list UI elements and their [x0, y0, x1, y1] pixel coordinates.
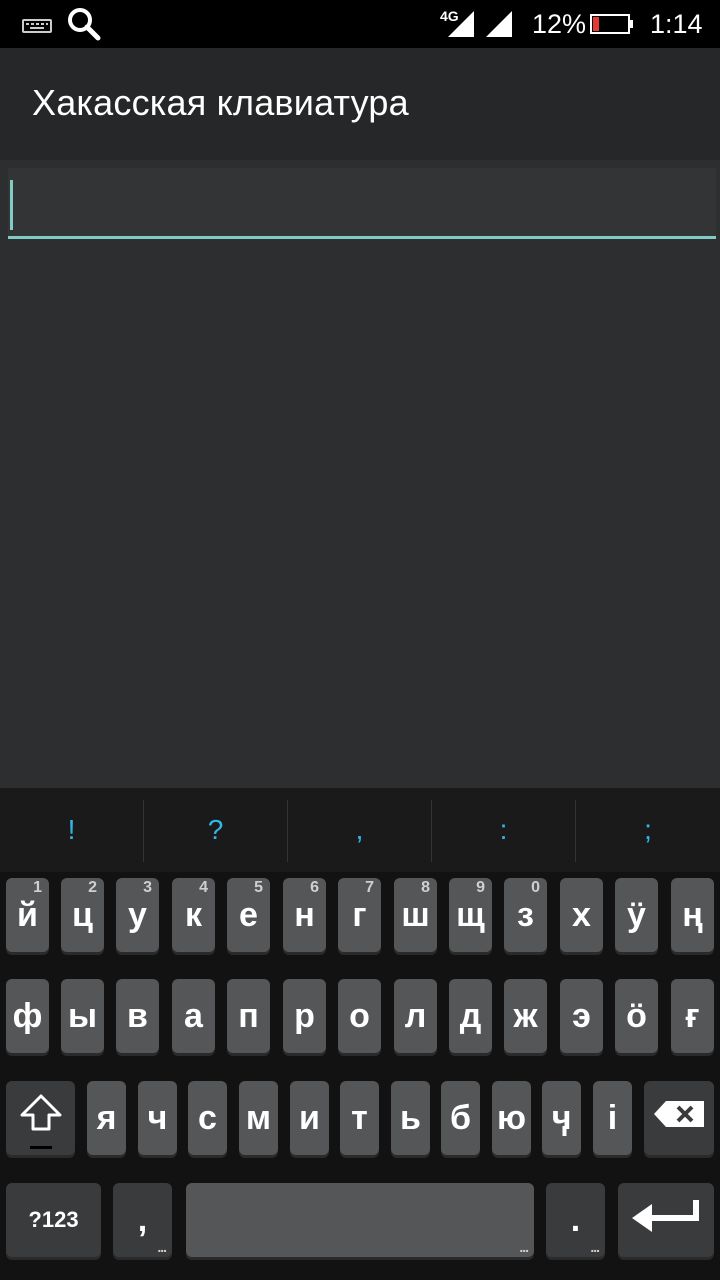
key-letter[interactable]: о — [338, 979, 381, 1053]
backspace-key[interactable] — [644, 1081, 714, 1155]
key-letter[interactable]: з0 — [504, 878, 547, 952]
battery-percent: 12% — [532, 8, 587, 39]
keyboard-icon — [22, 0, 52, 48]
key-letter[interactable]: ч — [138, 1081, 177, 1155]
key-hint: 6 — [310, 879, 319, 896]
suggestion-colon[interactable]: : — [432, 788, 575, 872]
suggestion-question[interactable]: ? — [144, 788, 287, 872]
keyboard: ! ? , : ; й1 ц2 у3 к4 е5 н6 г7 ш8 щ9 з0 … — [0, 788, 720, 1280]
shift-key[interactable] — [6, 1081, 75, 1155]
key-letter[interactable]: х — [560, 878, 603, 952]
key-hint: 9 — [476, 879, 485, 896]
key-letter[interactable]: н6 — [283, 878, 326, 952]
status-bar: 4G 12% 1:14 — [0, 0, 720, 48]
shift-indicator — [30, 1146, 52, 1149]
app-title: Хакасская клавиатура — [32, 82, 409, 123]
key-letter[interactable]: э — [560, 979, 603, 1053]
enter-key[interactable] — [618, 1183, 714, 1257]
signal-icon — [446, 0, 476, 48]
key-letter[interactable]: ь — [391, 1081, 430, 1155]
action-bar: Хакасская клавиатура — [0, 48, 720, 160]
key-letter[interactable]: ӧ — [615, 979, 658, 1053]
suggestion-comma[interactable]: , — [288, 788, 431, 872]
key-letter[interactable]: в — [116, 979, 159, 1053]
key-letter[interactable]: ы — [61, 979, 104, 1053]
key-letter[interactable]: ӌ — [542, 1081, 581, 1155]
symbols-key[interactable]: ?123 — [6, 1183, 101, 1257]
key-letter[interactable]: т — [340, 1081, 379, 1155]
key-letter[interactable]: м — [239, 1081, 278, 1155]
key-letter[interactable]: е5 — [227, 878, 270, 952]
enter-icon — [630, 1196, 702, 1245]
search-icon — [66, 0, 102, 48]
key-letter[interactable]: і — [593, 1081, 632, 1155]
suggestion-semicolon[interactable]: ; — [576, 788, 720, 872]
suggestion-strip: ! ? , : ; — [0, 788, 720, 872]
battery-icon — [590, 0, 634, 48]
key-letter[interactable]: р — [283, 979, 326, 1053]
suggestion-exclamation[interactable]: ! — [0, 788, 143, 872]
key-letter[interactable]: ш8 — [394, 878, 437, 952]
text-input[interactable] — [8, 168, 716, 239]
key-letter[interactable]: к4 — [172, 878, 215, 952]
key-hint: 3 — [143, 879, 152, 896]
key-letter[interactable]: п — [227, 979, 270, 1053]
key-letter[interactable]: л — [394, 979, 437, 1053]
key-letter[interactable]: я — [87, 1081, 126, 1155]
more-indicator: ... — [590, 1239, 600, 1255]
shift-icon — [18, 1091, 64, 1146]
more-indicator: ... — [157, 1239, 167, 1255]
more-indicator: ... — [519, 1239, 529, 1255]
key-hint: 8 — [421, 879, 430, 896]
key-letter[interactable]: ӱ — [615, 878, 658, 952]
key-letter[interactable]: у3 — [116, 878, 159, 952]
period-key[interactable]: . ... — [546, 1183, 605, 1257]
key-letter[interactable]: г7 — [338, 878, 381, 952]
key-letter[interactable]: д — [449, 979, 492, 1053]
key-letter[interactable]: ж — [504, 979, 547, 1053]
key-letter[interactable]: й1 — [6, 878, 49, 952]
key-hint: 7 — [365, 879, 374, 896]
clock: 1:14 — [650, 8, 703, 39]
key-letter[interactable]: ф — [6, 979, 49, 1053]
comma-key[interactable]: , ... — [113, 1183, 172, 1257]
key-letter[interactable]: щ9 — [449, 878, 492, 952]
key-letter[interactable]: ю — [492, 1081, 531, 1155]
key-letter[interactable]: ң — [671, 878, 714, 952]
key-hint: 4 — [199, 879, 208, 896]
signal-icon — [484, 0, 514, 48]
backspace-icon — [652, 1099, 706, 1138]
space-key[interactable]: ... — [186, 1183, 534, 1257]
key-letter[interactable]: б — [441, 1081, 480, 1155]
text-cursor — [10, 180, 13, 230]
key-hint: 1 — [33, 879, 42, 896]
key-letter[interactable]: ғ — [671, 979, 714, 1053]
key-hint: 5 — [254, 879, 263, 896]
key-letter[interactable]: ц2 — [61, 878, 104, 952]
key-letter[interactable]: и — [290, 1081, 329, 1155]
key-hint: 0 — [531, 879, 540, 896]
key-hint: 2 — [88, 879, 97, 896]
key-letter[interactable]: с — [188, 1081, 227, 1155]
key-letter[interactable]: а — [172, 979, 215, 1053]
